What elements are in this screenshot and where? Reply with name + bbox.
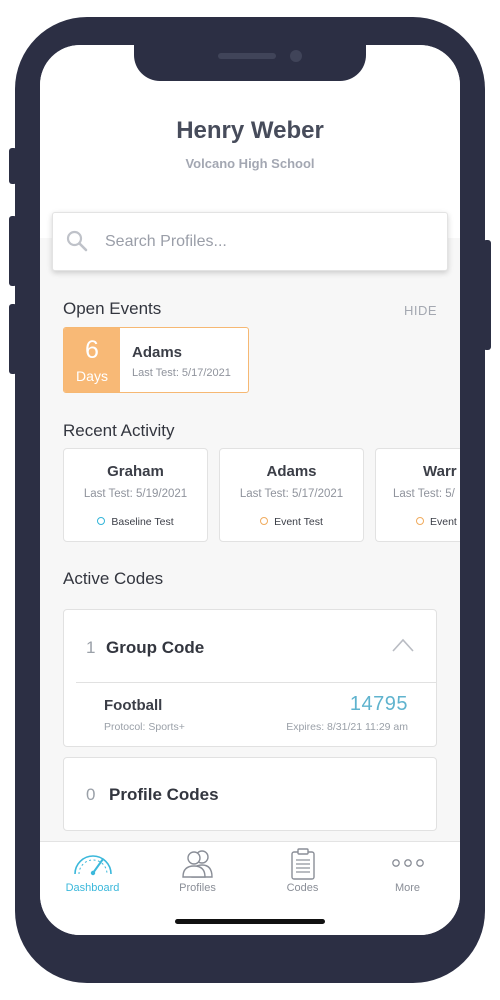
more-dots-icon <box>392 859 424 867</box>
activity-last-test: Last Test: 5/ <box>393 488 455 500</box>
open-events-title: Open Events <box>63 299 162 318</box>
event-profile-name: Adams <box>132 344 183 361</box>
tab-profiles[interactable]: Profiles <box>145 842 250 902</box>
activity-type-label: Baseline Test <box>111 516 174 528</box>
activity-last-test: Last Test: 5/17/2021 <box>239 488 344 500</box>
activity-name: Warr <box>423 463 457 480</box>
status-dot-icon <box>260 517 269 525</box>
open-event-card[interactable]: 6 Days Adams Last Test: 5/17/2021 <box>63 327 249 393</box>
group-code-protocol: Protocol: Sports+ <box>104 721 185 733</box>
profile-codes-title: Profile Codes <box>109 785 219 804</box>
profile-code-count: 0 <box>86 785 96 804</box>
tab-label: Dashboard <box>65 882 120 894</box>
activity-name: Graham <box>107 463 164 480</box>
phone-notch <box>134 45 366 81</box>
tab-label: Codes <box>286 882 319 894</box>
search-icon <box>66 230 88 252</box>
group-code-expires: Expires: 8/31/21 11:29 am <box>286 721 408 733</box>
group-code-name: Football <box>104 697 163 714</box>
event-days-label: Days <box>76 368 108 384</box>
group-code-count: 1 <box>86 638 96 657</box>
status-dot-icon <box>416 517 424 525</box>
school-name: Volcano High School <box>185 156 315 171</box>
hide-events-button[interactable]: HIDE <box>404 303 437 318</box>
activity-type: Event <box>416 516 460 528</box>
profile-codes-card[interactable]: 0 Profile Codes <box>63 757 437 831</box>
activity-type: Event Test <box>220 516 363 528</box>
event-last-test: Last Test: 5/17/2021 <box>132 367 231 379</box>
home-indicator[interactable] <box>175 919 325 924</box>
activity-type-label: Event <box>430 516 457 528</box>
activity-type: Baseline Test <box>64 516 207 528</box>
status-dot-icon <box>97 517 106 525</box>
chevron-up-icon[interactable] <box>392 638 414 652</box>
group-code-card: 1 Group Code Football Protocol: Sports+ … <box>63 609 437 747</box>
group-code-title[interactable]: Group Code <box>106 638 204 658</box>
app-screen: Henry Weber Volcano High School Open Eve… <box>40 45 460 935</box>
tab-more[interactable]: More <box>355 842 460 902</box>
user-name: Henry Weber <box>176 117 324 144</box>
camera-icon <box>290 50 302 62</box>
search-input[interactable] <box>105 229 425 255</box>
search-bar[interactable] <box>52 212 448 271</box>
activity-card[interactable]: Graham Last Test: 5/19/2021 Baseline Tes… <box>63 448 208 542</box>
active-codes-title: Active Codes <box>63 569 164 588</box>
event-days-badge: 6 Days <box>64 328 120 392</box>
tab-label: Profiles <box>179 882 216 894</box>
clipboard-icon <box>291 848 315 880</box>
divider <box>76 682 436 683</box>
event-days-count: 6 <box>85 336 99 364</box>
activity-last-test: Last Test: 5/19/2021 <box>83 488 188 500</box>
group-code-value[interactable]: 14795 <box>350 693 408 716</box>
activity-card[interactable]: Warr Last Test: 5/ Event <box>375 448 460 542</box>
speaker-icon <box>218 53 276 59</box>
activity-card[interactable]: Adams Last Test: 5/17/2021 Event Test <box>219 448 364 542</box>
activity-name: Adams <box>266 463 317 480</box>
speedometer-icon <box>74 855 112 876</box>
tab-dashboard[interactable]: Dashboard <box>40 842 145 902</box>
recent-activity-title: Recent Activity <box>63 421 175 440</box>
activity-type-label: Event Test <box>274 516 323 528</box>
tab-label: More <box>394 882 421 894</box>
tab-codes[interactable]: Codes <box>250 842 355 902</box>
people-icon <box>182 850 213 878</box>
